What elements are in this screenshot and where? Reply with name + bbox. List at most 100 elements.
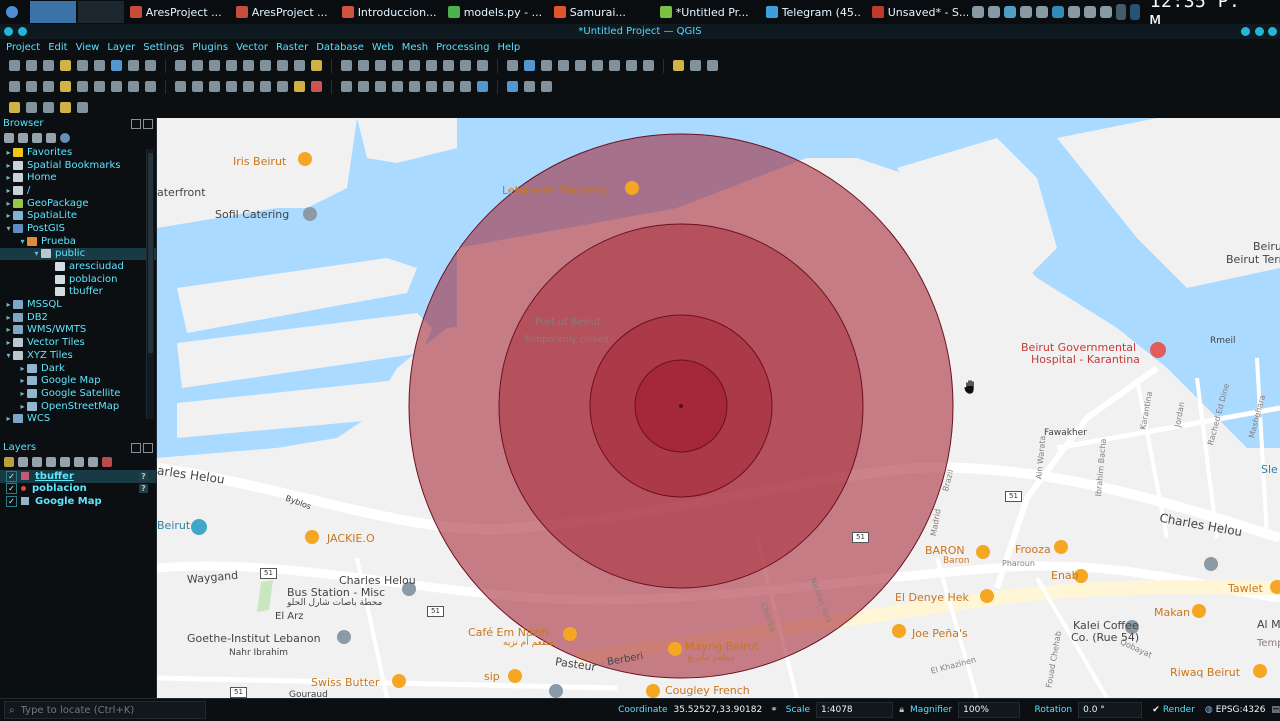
cafe-pin-icon[interactable] (563, 627, 577, 641)
properties-icon[interactable] (60, 133, 70, 143)
tb2-tool-button-icon[interactable] (524, 81, 535, 92)
app-menu-icon[interactable] (2, 1, 28, 23)
taskbar-app-3[interactable]: models.py - ... (444, 1, 548, 23)
close-panel-icon[interactable] (143, 442, 153, 453)
locator-input[interactable] (18, 703, 203, 717)
restaurant-pin-icon[interactable] (1054, 540, 1068, 554)
browser-item-tbuffer[interactable]: tbuffer (0, 286, 156, 299)
chrome-icon[interactable] (1003, 6, 1016, 18)
taskbar-app-2[interactable]: Introduccion... (338, 1, 442, 23)
close-icon[interactable] (1268, 27, 1277, 36)
tb2-tool-button-icon[interactable] (460, 81, 471, 92)
tb1-tool-button-icon[interactable] (277, 60, 288, 71)
menu-settings[interactable]: Settings (143, 42, 184, 53)
window-pin-icon[interactable] (18, 27, 27, 36)
menu-help[interactable]: Help (497, 42, 520, 53)
crs-button[interactable]: EPSG:4326 (1216, 705, 1266, 715)
tb2-tool-button-icon[interactable] (392, 81, 403, 92)
layer-visibility-checkbox[interactable]: ✓ (6, 470, 17, 482)
float-panel-icon[interactable] (131, 442, 141, 453)
restaurant-pin-icon[interactable] (298, 152, 312, 166)
tb2-tool-button-icon[interactable] (260, 81, 271, 92)
restaurant-pin-icon[interactable] (392, 674, 406, 688)
browser-item-wcs[interactable]: ▸ WCS (0, 412, 156, 425)
tb1-tool-button-icon[interactable] (558, 60, 569, 71)
browser-item-public[interactable]: ▾ public (0, 247, 156, 261)
taskbar-app-0[interactable]: AresProject ... (126, 1, 230, 23)
menu-database[interactable]: Database (316, 42, 364, 53)
tb3-tool-button-icon[interactable] (43, 101, 54, 113)
tb3-tool-button-icon[interactable] (60, 101, 71, 113)
restaurant-pin-icon[interactable] (892, 624, 906, 638)
tb1-tool-button-icon[interactable] (592, 60, 603, 71)
tb1-tool-button-icon[interactable] (43, 60, 54, 71)
tb2-tool-button-icon[interactable] (358, 81, 369, 92)
filter-expression-icon[interactable] (60, 457, 70, 467)
browser-item-aresciudad[interactable]: aresciudad (0, 260, 156, 273)
tb2-tool-button-icon[interactable] (209, 81, 220, 92)
place-pin-icon[interactable] (1204, 557, 1218, 571)
tb1-tool-button-icon[interactable] (294, 60, 305, 71)
remove-layer-icon[interactable] (102, 457, 112, 467)
browser-item-home[interactable]: ▸ Home (0, 171, 156, 184)
browser-item-google-satellite[interactable]: ▸ Google Satellite (0, 387, 156, 400)
collapse-all-icon[interactable] (46, 133, 56, 143)
tb2-tool-button-icon[interactable] (507, 81, 518, 92)
taskbar-app-5[interactable]: *Untitled Pr... (656, 1, 760, 23)
taskbar-app-7[interactable]: Unsaved* - S... (868, 1, 972, 23)
tb1-tool-button-icon[interactable] (226, 60, 237, 71)
tb1-tool-button-icon[interactable] (443, 60, 454, 71)
tb1-tool-button-icon[interactable] (260, 60, 271, 71)
tb2-tool-button-icon[interactable] (128, 81, 139, 92)
tb2-tool-button-icon[interactable] (243, 81, 254, 92)
place-pin-icon[interactable] (549, 684, 563, 698)
expand-arrow-icon[interactable]: ▸ (4, 300, 13, 309)
tb2-tool-button-icon[interactable] (111, 81, 122, 92)
expand-arrow-icon[interactable]: ▸ (4, 211, 13, 220)
chat-icon[interactable] (1051, 6, 1064, 18)
tb3-tool-button-icon[interactable] (77, 101, 88, 113)
network-icon[interactable] (1099, 6, 1112, 18)
institute-pin-icon[interactable] (337, 630, 351, 644)
expand-arrow-icon[interactable]: ▸ (4, 338, 13, 347)
browser-item-spatial-bookmarks[interactable]: ▸ Spatial Bookmarks (0, 159, 156, 172)
tb2-tool-button-icon[interactable] (541, 81, 552, 92)
tb1-tool-button-icon[interactable] (209, 60, 220, 71)
locator-bar[interactable]: ⌕ (4, 701, 207, 719)
tb1-tool-button-icon[interactable] (477, 60, 488, 71)
tb2-tool-button-icon[interactable] (43, 81, 54, 92)
volume-icon[interactable] (1067, 6, 1080, 18)
restaurant-pin-icon[interactable] (1192, 604, 1206, 618)
menu-plugins[interactable]: Plugins (192, 42, 228, 53)
extents-toggle-icon[interactable]: ⚭ (770, 705, 778, 715)
rotation-spinbox[interactable]: 0.0 ° (1078, 702, 1143, 718)
close-panel-icon[interactable] (143, 118, 153, 129)
tb1-tool-button-icon[interactable] (426, 60, 437, 71)
browser-item--[interactable]: ▸ / (0, 184, 156, 197)
tb1-tool-button-icon[interactable] (94, 60, 105, 71)
taskbar-app-6[interactable]: Telegram (45... (762, 1, 866, 23)
menu-vector[interactable]: Vector (236, 42, 268, 53)
magnifier-spinbox[interactable]: 100% (958, 702, 1021, 718)
scale-combobox[interactable]: 1:4078 (816, 702, 894, 718)
tb2-tool-button-icon[interactable] (145, 81, 156, 92)
bus-stop-pin-icon[interactable] (191, 519, 207, 535)
tb3-tool-button-icon[interactable] (26, 101, 37, 113)
tb1-tool-button-icon[interactable] (128, 60, 139, 71)
taskbar-app-1[interactable]: AresProject ... (232, 1, 336, 23)
display-icon[interactable] (1083, 6, 1096, 18)
expand-arrow-icon[interactable]: ▾ (4, 351, 13, 360)
browser-item-google-map[interactable]: ▸ Google Map (0, 374, 156, 387)
browser-item-postgis[interactable]: ▾ PostGIS (0, 222, 156, 235)
tb1-tool-button-icon[interactable] (77, 60, 88, 71)
browser-item-xyz-tiles[interactable]: ▾ XYZ Tiles (0, 349, 156, 362)
restaurant-pin-icon[interactable] (305, 530, 319, 544)
tb2-tool-button-icon[interactable] (426, 81, 437, 92)
tb1-tool-button-icon[interactable] (26, 60, 37, 71)
tb1-tool-button-icon[interactable] (111, 60, 122, 71)
tb1-tool-button-icon[interactable] (311, 60, 322, 71)
tb1-tool-button-icon[interactable] (9, 60, 20, 71)
map-canvas[interactable]: Iris Beirut aterfront Sofil Catering Leb… (157, 118, 1280, 698)
browser-item-prueba[interactable]: ▾ Prueba (0, 235, 156, 248)
workspace-switcher-1[interactable] (29, 1, 76, 23)
